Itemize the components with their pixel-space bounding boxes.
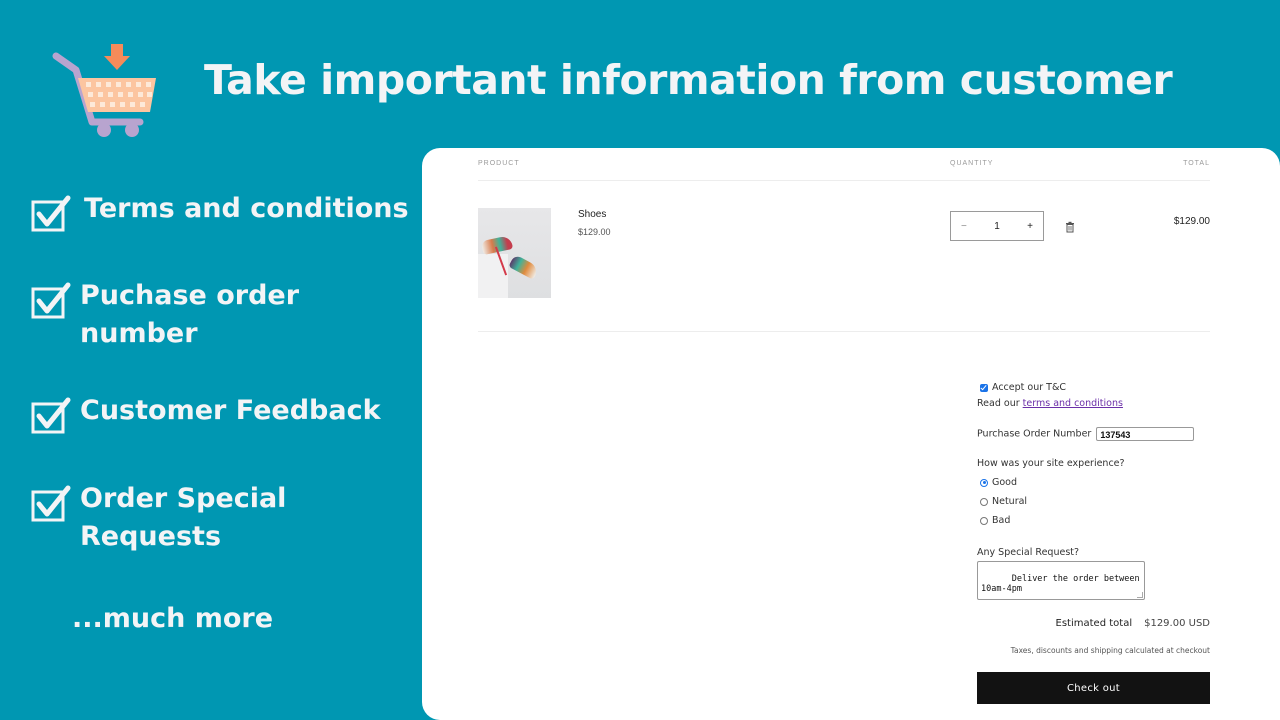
much-more-text: ...much more	[72, 603, 274, 634]
po-number-row: Purchase Order Number 137543	[977, 427, 1195, 441]
column-header-product: PRODUCT	[478, 160, 520, 167]
option-label: Bad	[992, 515, 1011, 526]
checkbox-checked-icon	[31, 485, 71, 522]
estimated-total-label: Estimated total	[1055, 618, 1133, 629]
experience-option-bad[interactable]: Bad	[977, 515, 1010, 526]
product-image[interactable]	[478, 208, 551, 298]
special-request-value: Deliver the order between 10am-4pm	[981, 574, 1140, 594]
decrease-quantity-button[interactable]: −	[961, 221, 967, 232]
feature-label: Customer Feedback	[80, 395, 381, 426]
items-divider	[478, 331, 1210, 332]
feature-label-line2: Requests	[80, 521, 222, 552]
checkbox-checked-icon	[31, 397, 71, 434]
column-header-total: TOTAL	[1183, 160, 1210, 167]
option-label: Good	[992, 477, 1018, 488]
feature-label: Puchase order	[80, 280, 300, 311]
po-number-label: Purchase Order Number	[977, 428, 1092, 440]
experience-option-good[interactable]: Good	[977, 477, 1017, 488]
accept-tc-row: Accept our T&C	[977, 382, 1066, 393]
checkbox-checked-icon	[31, 195, 71, 232]
special-request-textarea[interactable]: Deliver the order between 10am-4pm	[977, 561, 1145, 600]
estimated-total: Estimated total $129.00 USD	[1056, 618, 1210, 629]
header-divider	[478, 180, 1210, 181]
experience-option-neutral[interactable]: Netural	[977, 496, 1027, 507]
increase-quantity-button[interactable]: +	[1027, 221, 1033, 232]
accept-tc-label: Accept our T&C	[992, 382, 1067, 393]
accept-tc-checkbox[interactable]	[980, 383, 988, 392]
cart-panel: PRODUCT QUANTITY TOTAL Shoes $129.00 − 1…	[422, 148, 1280, 720]
experience-question: How was your site experience?	[977, 458, 1125, 469]
product-price: $129.00	[578, 227, 611, 237]
quantity-input[interactable]: 1	[994, 221, 1000, 232]
read-tc-prefix: Read our	[977, 398, 1023, 409]
resize-handle[interactable]	[1137, 592, 1143, 598]
po-number-input[interactable]: 137543	[1096, 427, 1195, 441]
terms-link[interactable]: terms and conditions	[1023, 398, 1123, 409]
line-total: $129.00	[1173, 216, 1210, 227]
feature-label: Order Special	[80, 483, 287, 514]
shopping-cart-icon	[52, 44, 156, 137]
radio-bad[interactable]	[980, 516, 988, 525]
feature-po-number: Puchase order number	[30, 277, 299, 353]
checkbox-checked-icon	[31, 282, 71, 319]
radio-good[interactable]	[980, 478, 988, 487]
checkout-button[interactable]: Check out	[977, 672, 1210, 704]
column-header-quantity: QUANTITY	[950, 160, 994, 167]
special-request-label: Any Special Request?	[977, 547, 1080, 558]
product-name[interactable]: Shoes	[578, 209, 606, 220]
feature-label: Terms and conditions	[84, 193, 409, 224]
feature-special-requests: Order Special Requests	[30, 480, 286, 556]
feature-label-line2: number	[80, 318, 198, 349]
feature-feedback: Customer Feedback	[30, 392, 381, 436]
trash-icon[interactable]	[1064, 221, 1076, 233]
estimated-total-value: $129.00 USD	[1144, 618, 1210, 629]
headline: Take important information from customer	[204, 56, 1173, 104]
option-label: Netural	[992, 496, 1028, 507]
radio-neutral[interactable]	[980, 497, 988, 506]
feature-terms: Terms and conditions	[30, 190, 409, 234]
taxes-note: Taxes, discounts and shipping calculated…	[1010, 646, 1210, 655]
read-tc-row: Read our terms and conditions	[977, 398, 1123, 409]
quantity-stepper: − 1 +	[950, 211, 1044, 241]
